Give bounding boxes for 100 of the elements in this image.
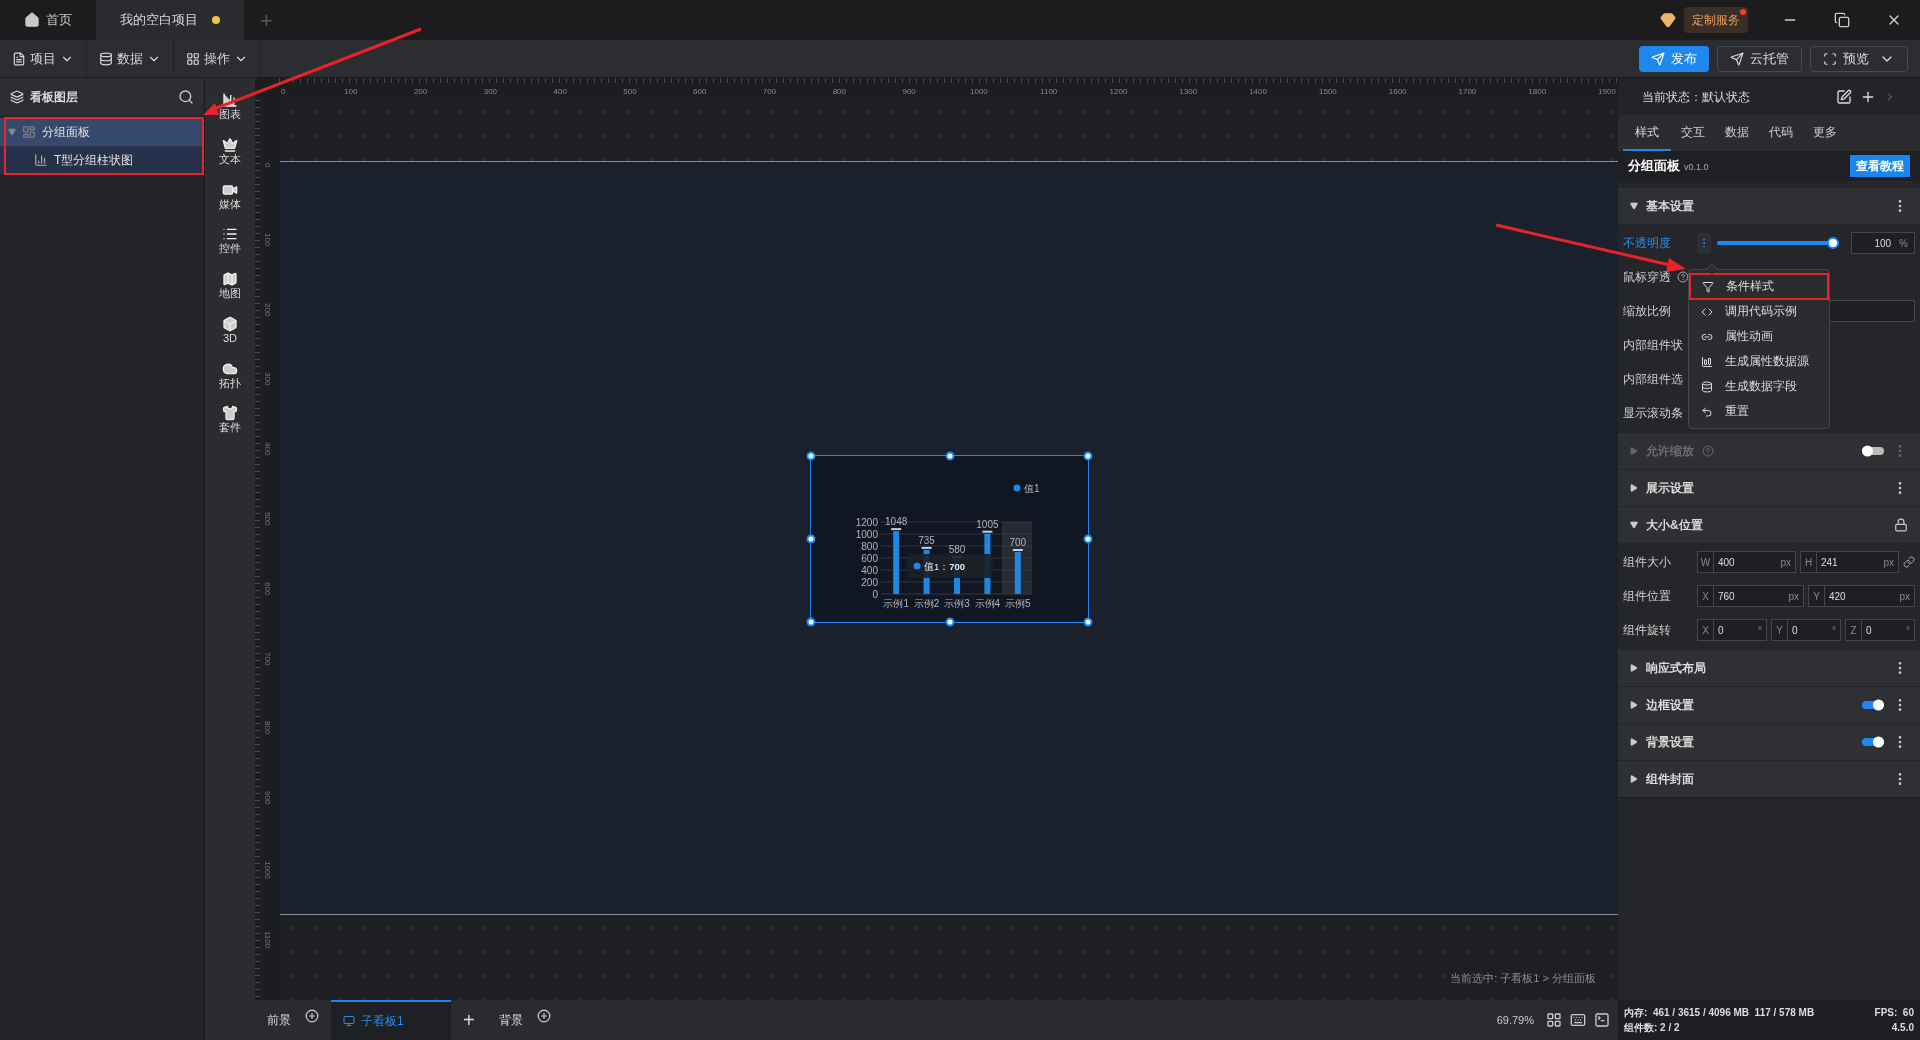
lock-icon[interactable]	[1894, 518, 1908, 532]
setting-label: 不透明度	[1623, 235, 1672, 252]
number-field[interactable]: W 400 px	[1697, 551, 1796, 573]
add-icon[interactable]	[536, 1009, 551, 1023]
inspector-tab[interactable]: 更多	[1803, 123, 1847, 151]
setting-label: 组件旋转	[1623, 622, 1672, 639]
custom-service-button[interactable]: 定制服务	[1684, 7, 1748, 33]
section-header[interactable]: 大小&位置	[1618, 506, 1920, 543]
axis-label: 800	[861, 540, 878, 552]
ruler-label: 500	[623, 87, 637, 97]
filter-icon	[1702, 280, 1714, 293]
inspector-tab[interactable]: 数据	[1715, 123, 1759, 151]
resize-handle[interactable]	[806, 617, 816, 627]
resize-handle[interactable]	[945, 617, 954, 627]
action-button[interactable]: 云托管	[1717, 45, 1802, 72]
setting-label: 内部组件选	[1623, 371, 1684, 388]
opacity-field[interactable]: 100 %	[1851, 232, 1915, 254]
add-board-button[interactable]: +	[451, 1005, 487, 1035]
ruler-label: 0	[281, 87, 286, 97]
ruler-label: 1300	[1179, 87, 1198, 97]
component-category[interactable]: 图表	[219, 92, 241, 122]
ruler-label: 1600	[1388, 87, 1407, 97]
legend-label: 值1	[1024, 483, 1040, 494]
section-header[interactable]: 响应式布局	[1618, 649, 1920, 686]
zoom-level: 69.79%	[1496, 1012, 1534, 1028]
component-category[interactable]: 拓扑	[219, 360, 241, 391]
component-category[interactable]: 套件	[219, 405, 241, 435]
breadcrumb: 当前选中: 子看板1 > 分组面板	[1450, 970, 1596, 986]
version-number: 4.5.0	[1891, 1021, 1914, 1035]
component-category[interactable]: 控件	[219, 226, 241, 256]
tutorial-button[interactable]: 查看教程	[1850, 155, 1910, 177]
resize-handle[interactable]	[1083, 534, 1093, 544]
help-icon[interactable]	[1677, 271, 1689, 283]
number-field[interactable]: H 241 px	[1800, 551, 1899, 573]
action-button[interactable]: 预览	[1810, 45, 1908, 72]
number-field[interactable]: X 760 px	[1697, 585, 1804, 607]
number-field[interactable]: Y 420 px	[1808, 585, 1915, 607]
opacity-slider[interactable]	[1717, 237, 1839, 249]
home-icon	[24, 12, 40, 28]
number-field[interactable]: Y 0 °	[1771, 619, 1841, 641]
ruler-label: 800	[262, 721, 273, 735]
axis-label: 400	[861, 564, 878, 576]
number-field[interactable]: X 0 °	[1697, 619, 1767, 641]
resize-handle[interactable]	[945, 451, 954, 461]
resize-handle[interactable]	[806, 534, 816, 544]
menu-item[interactable]: 重置	[1689, 399, 1829, 424]
resize-handle[interactable]	[1083, 451, 1093, 461]
toggle-switch[interactable]	[1862, 738, 1884, 746]
component-category[interactable]: 3D	[222, 315, 238, 346]
crown-icon	[222, 136, 238, 153]
add-icon[interactable]	[305, 1009, 319, 1023]
menu-item[interactable]: 生成数据字段	[1689, 374, 1829, 399]
link-icon[interactable]	[1903, 556, 1915, 568]
section-header[interactable]: 基本设置	[1618, 187, 1920, 224]
send-icon	[1730, 51, 1744, 66]
slider-thumb[interactable]	[1827, 237, 1839, 249]
menu-button[interactable]: 操作	[174, 40, 261, 77]
axis-label: 示例2	[913, 598, 940, 609]
restore-icon[interactable]	[1834, 12, 1850, 28]
menu-button[interactable]: 数据	[87, 40, 174, 77]
inspector-tab[interactable]: 代码	[1759, 123, 1803, 151]
axis-label: 示例3	[944, 598, 970, 609]
terminal-icon[interactable]	[1594, 1012, 1610, 1028]
action-button[interactable]: 发布	[1639, 45, 1709, 72]
menu-button[interactable]: 项目	[0, 40, 87, 77]
window-tab[interactable]: 我的空白项目	[96, 0, 244, 40]
fit-screen-icon[interactable]	[1546, 1012, 1562, 1028]
resize-handle[interactable]	[1083, 617, 1093, 627]
component-category[interactable]: 文本	[219, 136, 241, 167]
section-header[interactable]: 背景设置	[1618, 723, 1920, 760]
section-header[interactable]: 边框设置	[1618, 686, 1920, 723]
section-header[interactable]: 组件封面	[1618, 760, 1920, 797]
board-tab[interactable]: 前景	[255, 1000, 331, 1040]
component-category[interactable]: 地图	[219, 271, 241, 301]
section-header[interactable]: 展示设置	[1618, 469, 1920, 506]
setting-label: 内部组件状	[1623, 337, 1684, 354]
menu-item[interactable]: 属性动画	[1689, 324, 1829, 349]
layer-item[interactable]: 分组面板	[0, 118, 204, 146]
layer-item[interactable]: T型分组柱状图	[0, 146, 204, 174]
board-tab[interactable]: 子看板1	[331, 1000, 451, 1040]
menu-item[interactable]: 生成属性数据源	[1689, 349, 1829, 374]
data-label: 1005	[976, 518, 999, 530]
memory-status: 内存: 461 / 3615 / 4096 MB 117 / 578 MB	[1624, 1006, 1815, 1020]
bar-cap	[891, 528, 902, 531]
section-title: 组件封面	[1646, 771, 1694, 788]
menu-item[interactable]: 调用代码示例	[1689, 299, 1829, 324]
keyboard-icon[interactable]	[1570, 1012, 1586, 1028]
resize-handle[interactable]	[806, 451, 816, 461]
window-tab[interactable]: 首页	[0, 0, 96, 40]
edit-icon[interactable]	[1836, 88, 1852, 105]
menu-item[interactable]: 条件样式	[1690, 274, 1828, 299]
axis-label: 600	[861, 552, 878, 564]
more-button[interactable]	[1697, 233, 1711, 253]
toggle-switch[interactable]	[1862, 701, 1884, 709]
board-tab[interactable]: 背景	[486, 1000, 563, 1040]
bar	[893, 531, 900, 594]
component-category[interactable]: 媒体	[219, 181, 241, 212]
inspector-tab[interactable]: 交互	[1671, 123, 1715, 151]
number-field[interactable]: Z 0 °	[1845, 619, 1915, 641]
search-icon[interactable]	[178, 89, 194, 105]
